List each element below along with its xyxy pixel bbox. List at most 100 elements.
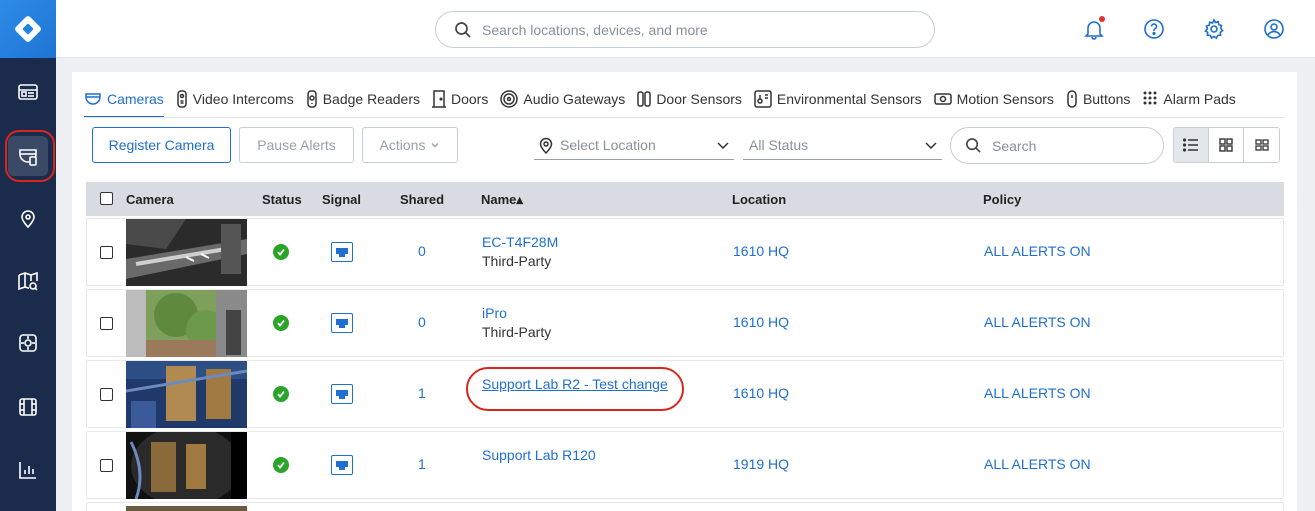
settings-button[interactable] [1202, 17, 1226, 41]
table-row[interactable]: 0 iPro Third-Party 1610 HQ ALL ALERTS ON [86, 289, 1284, 357]
sidebar-item-maps[interactable] [8, 261, 48, 301]
column-header-signal[interactable]: Signal [322, 192, 361, 207]
tab-label: Environmental Sensors [776, 91, 922, 107]
door-sensor-icon [637, 91, 652, 107]
column-header-camera[interactable]: Camera [126, 192, 174, 207]
help-icon [1144, 19, 1164, 39]
column-header-location[interactable]: Location [732, 192, 786, 207]
motion-sensor-icon [933, 93, 952, 105]
tab-badge-readers[interactable]: Badge Readers [306, 82, 420, 118]
tab-audio-gateways[interactable]: Audio Gateways [500, 82, 625, 118]
policy-link[interactable]: ALL ALERTS ON [984, 456, 1091, 472]
policy-link[interactable]: ALL ALERTS ON [984, 314, 1091, 330]
tab-label: Cameras [107, 91, 164, 107]
door-icon [432, 90, 446, 108]
tab-buttons[interactable]: Buttons [1066, 82, 1130, 118]
tab-door-sensors[interactable]: Door Sensors [637, 82, 742, 118]
policy-link[interactable]: ALL ALERTS ON [984, 243, 1091, 259]
button-icon [1067, 90, 1077, 108]
tab-label: Buttons [1082, 91, 1131, 107]
tab-motion-sensors[interactable]: Motion Sensors [933, 82, 1054, 118]
tab-doors[interactable]: Doors [432, 82, 488, 118]
policy-link[interactable]: ALL ALERTS ON [984, 385, 1091, 401]
location-link[interactable]: 1610 HQ [733, 385, 789, 401]
global-search-input[interactable] [482, 21, 902, 38]
tab-environmental-sensors[interactable]: Environmental Sensors [754, 82, 922, 118]
ethernet-port-icon [336, 461, 348, 470]
tab-label: Door Sensors [656, 91, 742, 107]
search-icon [455, 21, 471, 38]
row-checkbox[interactable] [100, 246, 113, 259]
row-checkbox[interactable] [100, 388, 113, 401]
camera-thumbnail[interactable] [126, 432, 247, 499]
device-tabs: Cameras Video Intercoms Badge Readers Do… [84, 82, 1248, 118]
alarm-pad-icon [1143, 91, 1157, 105]
table-row[interactable] [86, 502, 1284, 511]
list-view-icon [1183, 138, 1198, 152]
tab-cameras[interactable]: Cameras [84, 82, 164, 118]
grid-view-button[interactable] [1209, 128, 1244, 162]
sidebar-item-footage[interactable] [8, 387, 48, 427]
toolbar: Register Camera Pause Alerts Actions Sel… [92, 127, 1282, 164]
status-online-icon [273, 244, 289, 260]
register-camera-button[interactable]: Register Camera [92, 127, 231, 163]
location-link[interactable]: 1919 HQ [733, 456, 789, 472]
camera-thumbnail[interactable] [126, 290, 247, 357]
top-bar [56, 0, 1315, 58]
help-button[interactable] [1142, 17, 1166, 41]
tab-label: Video Intercoms [192, 91, 294, 107]
notifications-button[interactable] [1082, 16, 1106, 41]
row-checkbox[interactable] [100, 459, 113, 472]
tab-label: Badge Readers [322, 91, 420, 107]
camera-type: Third-Party [482, 253, 552, 269]
thumbnail-view-button[interactable] [1244, 128, 1279, 162]
column-header-status[interactable]: Status [262, 192, 302, 207]
table-row[interactable]: 0 EC-T4F28M Third-Party 1610 HQ ALL ALER… [86, 218, 1284, 286]
shared-count[interactable]: 0 [418, 314, 426, 330]
row-checkbox[interactable] [100, 317, 113, 330]
location-link[interactable]: 1610 HQ [733, 314, 789, 330]
tab-video-intercoms[interactable]: Video Intercoms [176, 82, 294, 118]
global-search[interactable] [435, 11, 935, 48]
location-select-placeholder: Select Location [560, 136, 656, 153]
gear-icon [1204, 18, 1224, 40]
select-all-checkbox[interactable] [100, 192, 113, 205]
table-search-input[interactable] [992, 137, 1132, 154]
tab-label: Doors [451, 91, 489, 107]
camera-name-link[interactable]: EC-T4F28M [482, 234, 558, 250]
ethernet-signal-icon [331, 384, 353, 404]
table-search[interactable] [950, 127, 1164, 164]
camera-thumbnail[interactable] [126, 219, 247, 286]
sidebar-item-alarms[interactable] [8, 323, 48, 363]
status-select[interactable]: All Status [743, 130, 942, 160]
account-button[interactable] [1262, 17, 1286, 41]
sidebar-item-reports[interactable] [8, 450, 48, 490]
table-header: Camera Status Signal Shared Name▴ Locati… [86, 182, 1284, 216]
column-header-shared[interactable]: Shared [400, 192, 444, 207]
column-header-policy[interactable]: Policy [983, 192, 1021, 207]
tab-alarm-pads[interactable]: Alarm Pads [1142, 82, 1236, 118]
shared-count[interactable]: 1 [418, 456, 426, 472]
sidebar [0, 0, 56, 511]
sidebar-item-locations[interactable] [8, 198, 48, 238]
ethernet-port-icon [336, 390, 348, 399]
location-select[interactable]: Select Location [534, 130, 734, 160]
actions-dropdown[interactable]: Actions [362, 127, 458, 163]
location-link[interactable]: 1610 HQ [733, 243, 789, 259]
camera-thumbnail[interactable] [126, 503, 247, 511]
shared-count[interactable]: 1 [418, 385, 426, 401]
camera-name-link[interactable]: iPro [482, 305, 507, 321]
camera-thumbnail[interactable] [126, 361, 247, 428]
list-view-button[interactable] [1174, 128, 1209, 162]
intercom-icon [177, 90, 187, 108]
shared-count[interactable]: 0 [418, 243, 426, 259]
app-logo[interactable] [0, 0, 56, 58]
pause-alerts-button[interactable]: Pause Alerts [239, 127, 354, 163]
environmental-sensor-icon [754, 90, 772, 108]
sidebar-item-dashboard[interactable] [8, 72, 48, 112]
camera-name-link[interactable]: Support Lab R120 [482, 447, 596, 463]
chevron-down-icon [717, 142, 729, 150]
column-header-name[interactable]: Name▴ [481, 192, 523, 208]
table-row[interactable]: 1 Support Lab R120 1919 HQ ALL ALERTS ON [86, 431, 1284, 499]
table-row[interactable]: 1 Support Lab R2 - Test change 1610 HQ A… [86, 360, 1284, 428]
